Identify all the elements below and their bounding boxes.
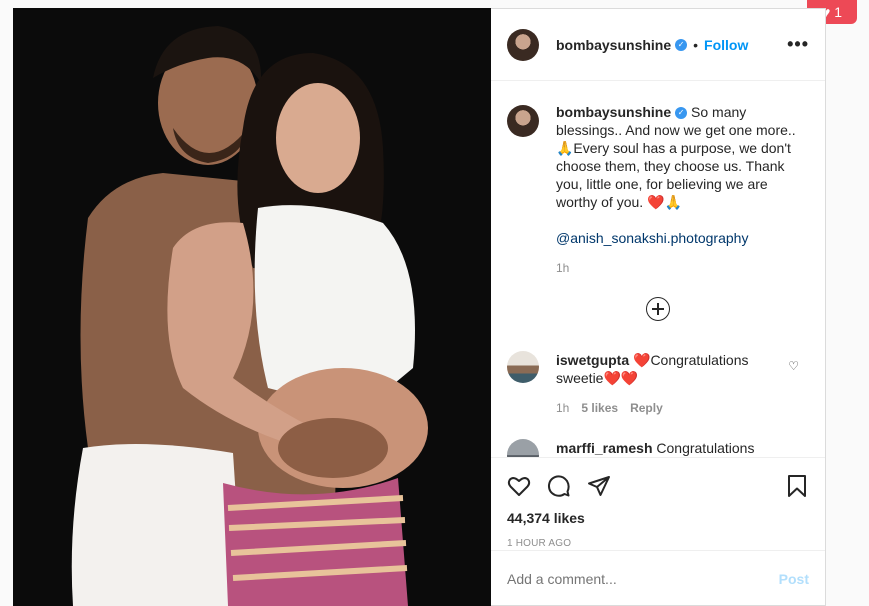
comment-text: Congratulations [656, 440, 755, 456]
verified-icon: ✓ [675, 38, 688, 51]
avatar[interactable] [507, 28, 539, 61]
comment-username[interactable]: iswetgupta [556, 352, 629, 368]
follow-button[interactable]: Follow [704, 37, 748, 53]
caption-username[interactable]: bombaysunshine [556, 104, 671, 120]
comments-section[interactable]: bombaysunshine ✓ So many blessings.. And … [491, 81, 825, 457]
separator-dot: • [693, 36, 699, 53]
avatar[interactable] [507, 105, 539, 137]
post-header: bombaysunshine ✓ • Follow ••• [491, 9, 825, 81]
bookmark-icon[interactable] [785, 474, 809, 498]
more-options-icon[interactable]: ••• [787, 34, 809, 55]
author-username[interactable]: bombaysunshine [556, 37, 671, 53]
notification-count: 1 [834, 4, 843, 20]
comment-time: 1h [556, 401, 570, 415]
add-comment-bar: Post [491, 550, 825, 606]
post-actions: 44,374 likes 1 HOUR AGO [491, 457, 825, 550]
post-image[interactable] [13, 8, 491, 606]
post-timestamp: 1 HOUR AGO [507, 538, 572, 549]
couple-photo [13, 8, 491, 606]
list-item: iswetgupta ❤️Congratulations sweetie❤️❤️… [507, 351, 809, 417]
avatar[interactable] [507, 351, 539, 383]
photographer-mention[interactable]: @anish_sonakshi.photography [556, 229, 806, 247]
comment-username[interactable]: marffi_ramesh [556, 440, 653, 456]
reply-button[interactable]: Reply [630, 399, 663, 417]
share-icon[interactable] [587, 474, 611, 498]
comment-meta: 1h 5 likes Reply [556, 399, 776, 417]
like-comment-icon[interactable]: ♡ [788, 359, 799, 373]
caption: bombaysunshine ✓ So many blessings.. And … [507, 103, 809, 277]
caption-time: 1h [556, 261, 570, 275]
post-panel: bombaysunshine ✓ • Follow ••• bombaysuns… [491, 8, 826, 606]
list-item: marffi_ramesh Congratulations [507, 439, 809, 457]
comment-likes[interactable]: 5 likes [581, 399, 618, 417]
load-more-comments-icon[interactable] [646, 297, 670, 321]
instagram-post-page: ♥ 1 bombaysunshine ✓ • Follow ••• bombay… [0, 0, 869, 606]
comment-icon[interactable] [547, 474, 571, 498]
likes-count[interactable]: 44,374 likes [507, 510, 809, 526]
comment-input[interactable] [507, 570, 779, 587]
avatar[interactable] [507, 439, 539, 457]
like-icon[interactable] [507, 474, 531, 498]
post-comment-button[interactable]: Post [779, 571, 809, 587]
verified-icon: ✓ [675, 107, 688, 120]
